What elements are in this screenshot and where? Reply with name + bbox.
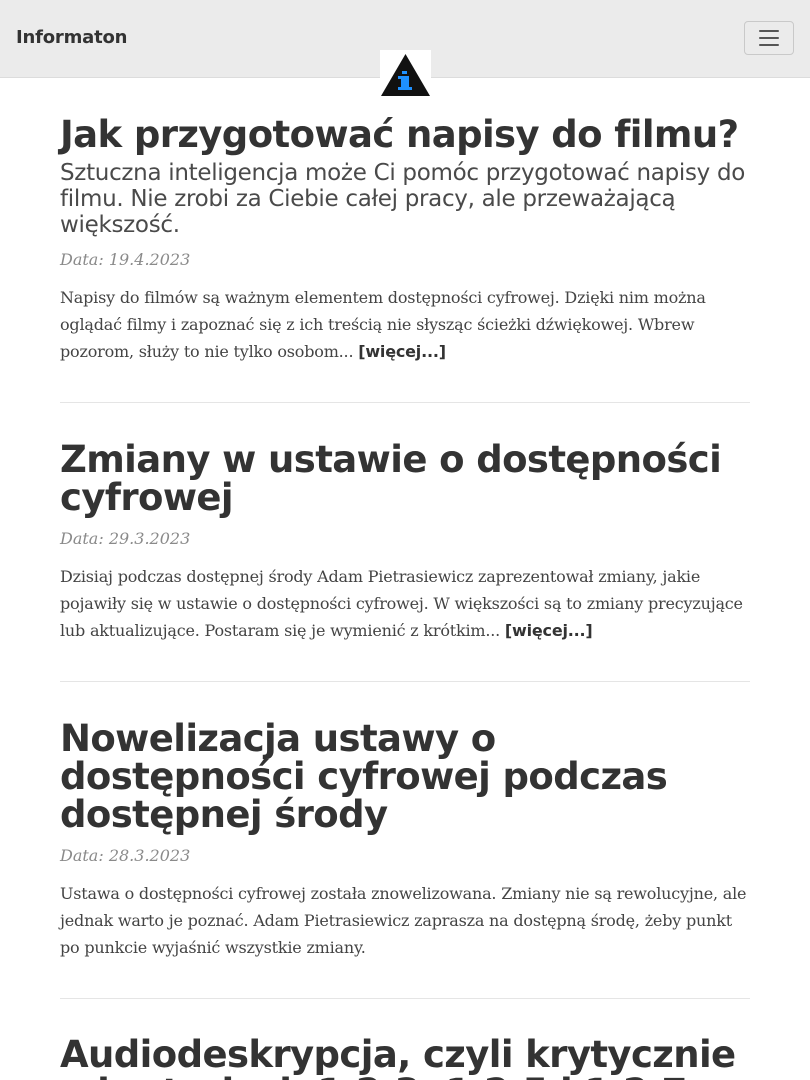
post-preview: Zmiany w ustawie o dostępności cyfrowej …: [60, 403, 750, 682]
info-triangle-logo-icon: i: [381, 54, 430, 96]
post-excerpt: Napisy do filmów są ważnym elementem dos…: [60, 284, 750, 365]
site-logo-link[interactable]: i: [380, 50, 431, 97]
post-excerpt: Ustawa o dostępności cyfrowej została zn…: [60, 884, 747, 957]
hamburger-menu-icon: [759, 30, 779, 32]
post-title-link[interactable]: Audiodeskrypcja, czyli krytycznie o kryt…: [60, 1033, 736, 1080]
post-title[interactable]: Nowelizacja ustawy o dostępności cyfrowe…: [60, 720, 750, 834]
hamburger-menu-icon-bar: [759, 37, 779, 39]
post-date: Data: 19.4.2023: [60, 250, 191, 269]
post-preview: Audiodeskrypcja, czyli krytycznie o kryt…: [60, 999, 750, 1080]
menu-toggle-button[interactable]: [744, 21, 794, 55]
post-title-link[interactable]: Zmiany w ustawie o dostępności cyfrowej: [60, 438, 722, 519]
post-title-link[interactable]: Nowelizacja ustawy o dostępności cyfrowe…: [60, 717, 668, 836]
post-excerpt-text: Dzisiaj podczas dostępnej środy Adam Pie…: [60, 567, 743, 640]
read-more-link[interactable]: [więcej...]: [505, 621, 593, 640]
post-preview: Jak przygotować napisy do filmu? Sztuczn…: [60, 108, 750, 403]
post-date: Data: 28.3.2023: [60, 846, 191, 865]
post-excerpt: Dzisiaj podczas dostępnej środy Adam Pie…: [60, 563, 750, 644]
read-more-link[interactable]: [więcej...]: [358, 342, 446, 361]
post-date: Data: 29.3.2023: [60, 529, 191, 548]
post-preview: Nowelizacja ustawy o dostępności cyfrowe…: [60, 682, 750, 999]
post-subtitle[interactable]: Sztuczna inteligencja może Ci pomóc przy…: [60, 160, 750, 238]
post-title[interactable]: Audiodeskrypcja, czyli krytycznie o kryt…: [60, 1036, 750, 1080]
post-title[interactable]: Zmiany w ustawie o dostępności cyfrowej: [60, 441, 750, 517]
hamburger-menu-icon-bar: [759, 44, 779, 46]
post-list: Jak przygotować napisy do filmu? Sztuczn…: [60, 108, 750, 1080]
site-brand-link[interactable]: Informaton: [16, 27, 127, 48]
post-title[interactable]: Jak przygotować napisy do filmu?: [60, 116, 750, 154]
post-title-link[interactable]: Jak przygotować napisy do filmu?: [60, 113, 739, 156]
